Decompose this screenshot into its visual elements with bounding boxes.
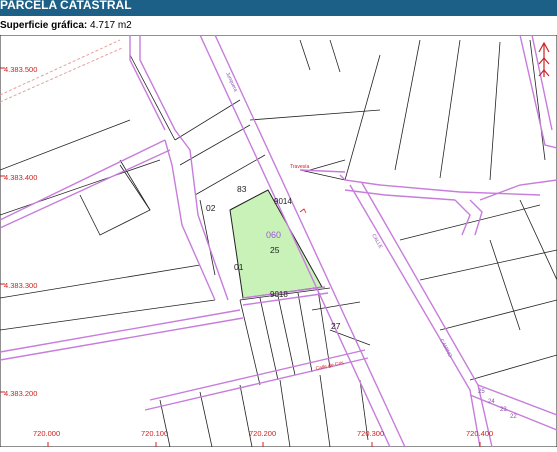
- surface-value: 4.717 m2: [90, 20, 132, 31]
- parcel-label: 9014: [274, 197, 292, 206]
- x-label: 720.400: [466, 429, 493, 438]
- parcel-label: 27: [331, 321, 341, 331]
- parcel-label: 01: [234, 262, 244, 272]
- y-label: 4.383.200: [4, 389, 37, 398]
- svg-text:22: 22: [510, 414, 517, 420]
- x-label: 720.100: [141, 429, 168, 438]
- parcel-label: 83: [237, 184, 247, 194]
- y-label: 4.383.300: [4, 281, 37, 290]
- y-label: 4.383.500: [4, 65, 37, 74]
- y-label: 4.383.400: [4, 173, 37, 182]
- svg-text:25: 25: [478, 389, 485, 395]
- surface-label: Superficie gráfica:: [0, 20, 88, 31]
- x-label: 720.300: [357, 429, 384, 438]
- parcel-label: 02: [206, 203, 216, 213]
- cadastral-map[interactable]: 4.383.500 4.383.400 4.383.300 4.383.200 …: [0, 34, 557, 448]
- x-label: 720.200: [249, 429, 276, 438]
- polygon-number: 060: [266, 230, 281, 240]
- map-canvas[interactable]: 4.383.500 4.383.400 4.383.300 4.383.200 …: [0, 34, 557, 448]
- title-bar: PARCELA CATASTRAL: [0, 0, 557, 16]
- svg-text:24: 24: [488, 399, 495, 405]
- page-title: PARCELA CATASTRAL: [0, 0, 132, 12]
- parcel-number: 25: [270, 245, 280, 255]
- parcel-label: 9018: [270, 290, 288, 299]
- x-label: 720.000: [33, 429, 60, 438]
- svg-text:23: 23: [500, 407, 507, 413]
- road-label: Travesía: [290, 164, 309, 170]
- surface-info: Superficie gráfica: 4.717 m2: [0, 20, 132, 31]
